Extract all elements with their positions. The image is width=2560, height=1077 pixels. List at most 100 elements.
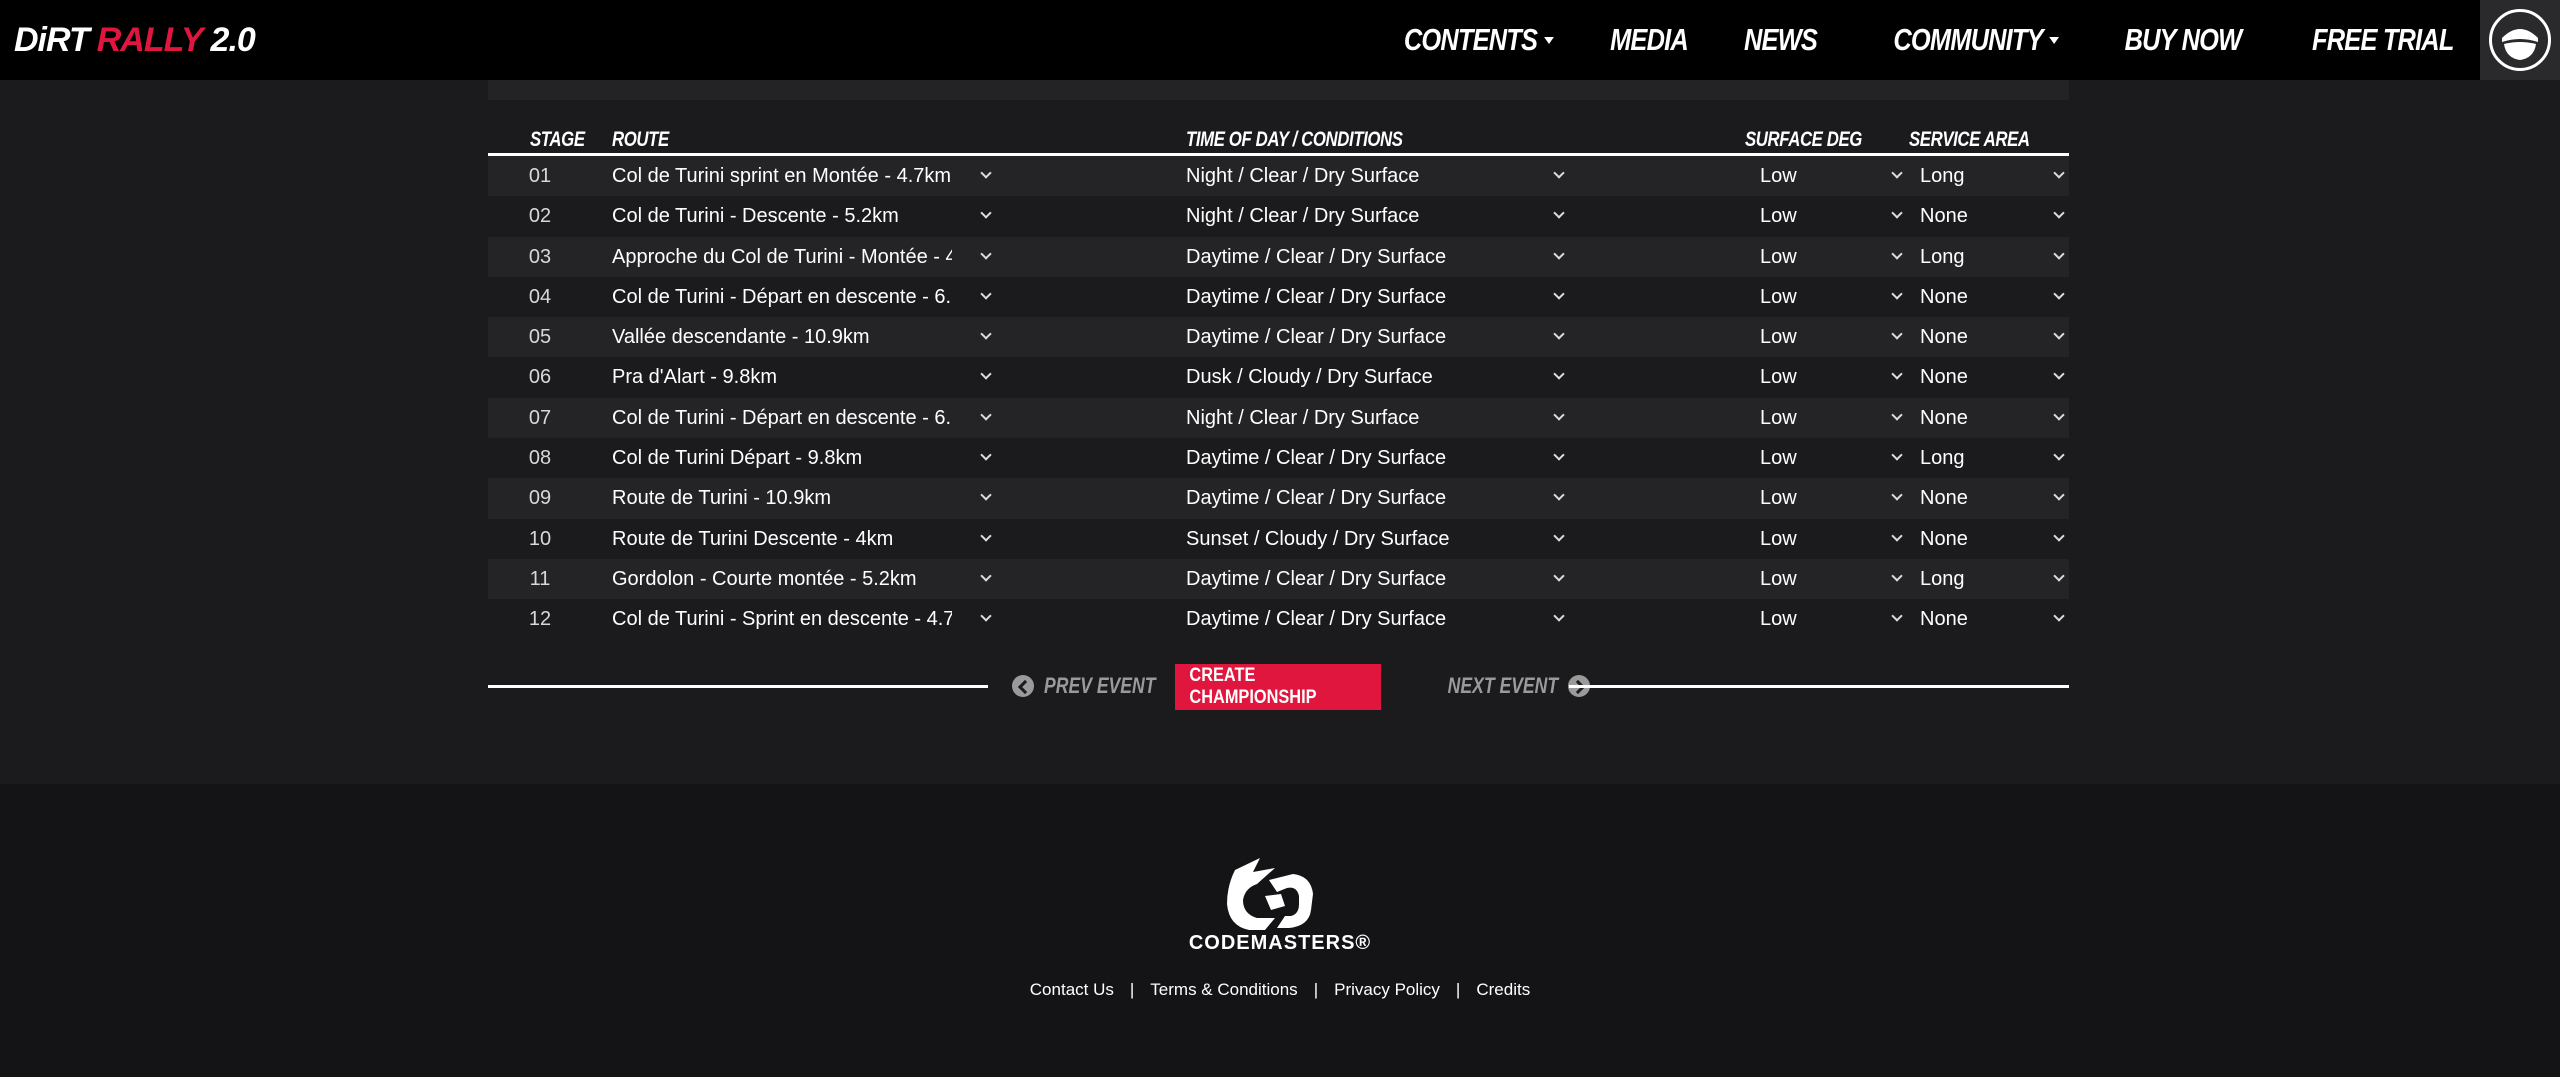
- surface-chevron-down-icon[interactable]: [1891, 610, 1903, 622]
- surface-deg-select[interactable]: Low: [1760, 237, 1860, 277]
- route-select[interactable]: Approche du Col de Turini - Montée - 4k: [612, 237, 952, 277]
- service-chevron-down-icon[interactable]: [2053, 409, 2065, 421]
- conditions-chevron-down-icon[interactable]: [1553, 530, 1565, 542]
- route-select[interactable]: Vallée descendante - 10.9km: [612, 317, 952, 357]
- surface-chevron-down-icon[interactable]: [1891, 570, 1903, 582]
- surface-deg-select[interactable]: Low: [1760, 357, 1860, 397]
- surface-deg-select[interactable]: Low: [1760, 196, 1860, 236]
- profile-button[interactable]: [2480, 0, 2560, 80]
- footer-link-contact-us[interactable]: Contact Us: [1030, 980, 1114, 1000]
- surface-deg-select[interactable]: Low: [1760, 478, 1860, 518]
- footer-link-privacy-policy[interactable]: Privacy Policy: [1334, 980, 1440, 1000]
- route-chevron-down-icon[interactable]: [980, 570, 992, 582]
- route-select[interactable]: Col de Turini - Sprint en descente - 4.7…: [612, 599, 952, 639]
- nav-link-media[interactable]: MEDIA: [1610, 22, 1689, 58]
- nav-link-contents[interactable]: CONTENTS: [1403, 22, 1554, 58]
- route-chevron-down-icon[interactable]: [980, 530, 992, 542]
- route-select[interactable]: Col de Turini Départ - 9.8km: [612, 438, 952, 478]
- surface-chevron-down-icon[interactable]: [1891, 409, 1903, 421]
- surface-chevron-down-icon[interactable]: [1891, 368, 1903, 381]
- service-chevron-down-icon[interactable]: [2053, 570, 2065, 582]
- service-area-select[interactable]: None: [1920, 196, 2040, 236]
- service-chevron-down-icon[interactable]: [2053, 207, 2065, 219]
- conditions-chevron-down-icon[interactable]: [1553, 207, 1565, 219]
- surface-chevron-down-icon[interactable]: [1891, 328, 1903, 340]
- surface-deg-select[interactable]: Low: [1760, 277, 1860, 317]
- service-chevron-down-icon[interactable]: [2053, 328, 2065, 340]
- route-chevron-down-icon[interactable]: [980, 368, 992, 381]
- surface-chevron-down-icon[interactable]: [1891, 489, 1903, 502]
- service-chevron-down-icon[interactable]: [2053, 449, 2065, 461]
- conditions-chevron-down-icon[interactable]: [1553, 167, 1565, 179]
- conditions-chevron-down-icon[interactable]: [1553, 489, 1565, 502]
- conditions-chevron-down-icon[interactable]: [1553, 328, 1565, 340]
- service-area-select[interactable]: Long: [1920, 156, 2040, 196]
- conditions-select[interactable]: Daytime / Clear / Dry Surface: [1186, 277, 1526, 317]
- next-event-button[interactable]: NEXT EVENT: [1420, 673, 1591, 699]
- route-select[interactable]: Col de Turini - Départ en descente - 6.8…: [612, 398, 952, 438]
- surface-chevron-down-icon[interactable]: [1891, 449, 1903, 461]
- route-chevron-down-icon[interactable]: [980, 409, 992, 421]
- service-area-select[interactable]: None: [1920, 599, 2040, 639]
- service-chevron-down-icon[interactable]: [2053, 489, 2065, 502]
- conditions-select[interactable]: Night / Clear / Dry Surface: [1186, 156, 1526, 196]
- surface-deg-select[interactable]: Low: [1760, 599, 1860, 639]
- nav-link-community[interactable]: COMMUNITY: [1893, 22, 2060, 58]
- conditions-select[interactable]: Dusk / Cloudy / Dry Surface: [1186, 357, 1526, 397]
- footer-link-terms-conditions[interactable]: Terms & Conditions: [1150, 980, 1297, 1000]
- route-select[interactable]: Route de Turini Descente - 4km: [612, 519, 952, 559]
- conditions-select[interactable]: Daytime / Clear / Dry Surface: [1186, 559, 1526, 599]
- conditions-select[interactable]: Daytime / Clear / Dry Surface: [1186, 237, 1526, 277]
- route-chevron-down-icon[interactable]: [980, 288, 992, 300]
- conditions-select[interactable]: Night / Clear / Dry Surface: [1186, 196, 1526, 236]
- route-chevron-down-icon[interactable]: [980, 449, 992, 461]
- surface-chevron-down-icon[interactable]: [1891, 247, 1903, 260]
- route-select[interactable]: Gordolon - Courte montée - 5.2km: [612, 559, 952, 599]
- service-area-select[interactable]: Long: [1920, 438, 2040, 478]
- conditions-select[interactable]: Daytime / Clear / Dry Surface: [1186, 438, 1526, 478]
- surface-deg-select[interactable]: Low: [1760, 438, 1860, 478]
- conditions-chevron-down-icon[interactable]: [1553, 368, 1565, 381]
- conditions-chevron-down-icon[interactable]: [1553, 449, 1565, 461]
- nav-link-free-trial[interactable]: FREE TRIAL: [2312, 22, 2454, 58]
- surface-deg-select[interactable]: Low: [1760, 156, 1860, 196]
- surface-chevron-down-icon[interactable]: [1891, 288, 1903, 300]
- service-area-select[interactable]: None: [1920, 277, 2040, 317]
- conditions-chevron-down-icon[interactable]: [1553, 409, 1565, 421]
- service-area-select[interactable]: None: [1920, 519, 2040, 559]
- conditions-chevron-down-icon[interactable]: [1553, 288, 1565, 300]
- service-area-select[interactable]: None: [1920, 357, 2040, 397]
- surface-chevron-down-icon[interactable]: [1891, 207, 1903, 219]
- conditions-select[interactable]: Sunset / Cloudy / Dry Surface: [1186, 519, 1526, 559]
- surface-deg-select[interactable]: Low: [1760, 519, 1860, 559]
- surface-chevron-down-icon[interactable]: [1891, 530, 1903, 542]
- route-select[interactable]: Col de Turini - Descente - 5.2km: [612, 196, 952, 236]
- route-chevron-down-icon[interactable]: [980, 610, 992, 622]
- service-area-select[interactable]: None: [1920, 317, 2040, 357]
- conditions-select[interactable]: Daytime / Clear / Dry Surface: [1186, 317, 1526, 357]
- service-chevron-down-icon[interactable]: [2053, 368, 2065, 381]
- route-select[interactable]: Pra d'Alart - 9.8km: [612, 357, 952, 397]
- nav-link-buy-now[interactable]: BUY NOW: [2125, 22, 2242, 58]
- footer-link-credits[interactable]: Credits: [1476, 980, 1530, 1000]
- route-chevron-down-icon[interactable]: [980, 207, 992, 219]
- service-area-select[interactable]: Long: [1920, 559, 2040, 599]
- service-area-select[interactable]: Long: [1920, 237, 2040, 277]
- service-area-select[interactable]: None: [1920, 478, 2040, 518]
- service-chevron-down-icon[interactable]: [2053, 530, 2065, 542]
- service-area-select[interactable]: None: [1920, 398, 2040, 438]
- service-chevron-down-icon[interactable]: [2053, 167, 2065, 179]
- surface-deg-select[interactable]: Low: [1760, 398, 1860, 438]
- route-chevron-down-icon[interactable]: [980, 328, 992, 340]
- nav-link-news[interactable]: NEWS: [1744, 22, 1818, 58]
- conditions-select[interactable]: Daytime / Clear / Dry Surface: [1186, 599, 1526, 639]
- route-select[interactable]: Route de Turini - 10.9km: [612, 478, 952, 518]
- service-chevron-down-icon[interactable]: [2053, 247, 2065, 260]
- route-chevron-down-icon[interactable]: [980, 247, 992, 260]
- route-chevron-down-icon[interactable]: [980, 167, 992, 179]
- create-championship-button[interactable]: CREATE CHAMPIONSHIP: [1175, 664, 1381, 710]
- surface-chevron-down-icon[interactable]: [1891, 167, 1903, 179]
- service-chevron-down-icon[interactable]: [2053, 610, 2065, 622]
- conditions-chevron-down-icon[interactable]: [1553, 247, 1565, 260]
- surface-deg-select[interactable]: Low: [1760, 559, 1860, 599]
